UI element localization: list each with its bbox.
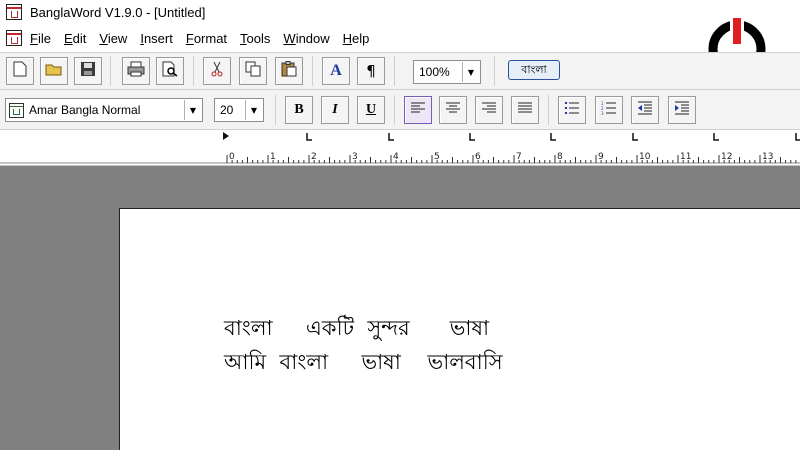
bullet-list-icon: [564, 101, 580, 119]
formatting-toolbar: Amar Bangla Normal ▼ 20 ▼ B I U 123: [0, 90, 800, 130]
align-right-icon: [481, 101, 497, 119]
ruler-tick-label: 9: [598, 152, 604, 162]
menu-edit[interactable]: Edit: [64, 31, 86, 46]
align-left-icon: [410, 101, 426, 119]
menu-window[interactable]: Window: [283, 31, 329, 46]
bangla-toggle-button[interactable]: বাংলা: [508, 60, 560, 80]
font-name-value: Amar Bangla Normal: [29, 103, 141, 117]
open-folder-icon: [45, 61, 63, 81]
standard-toolbar: A ¶ 100% ▼: [0, 52, 800, 90]
title-bar: BanglaWord V1.9.0 - [Untitled]: [0, 0, 800, 24]
tab-stop-icon[interactable]: [306, 133, 312, 141]
new-button[interactable]: [6, 57, 34, 85]
app-icon: [6, 4, 22, 20]
indent-marker-icon[interactable]: [223, 132, 229, 140]
underline-icon: U: [365, 102, 377, 117]
tab-stop-icon[interactable]: [632, 133, 638, 141]
menu-tools[interactable]: Tools: [240, 31, 270, 46]
paragraph-icon: ¶: [366, 62, 376, 80]
document-menu-icon[interactable]: [6, 30, 22, 46]
window-title: BanglaWord V1.9.0 - [Untitled]: [30, 4, 206, 20]
zoom-select[interactable]: 100% ▼: [413, 60, 481, 84]
ruler-tick-label: 7: [516, 152, 522, 162]
paste-button[interactable]: [275, 57, 303, 85]
font-name-select[interactable]: Amar Bangla Normal ▼: [5, 98, 203, 122]
ruler-tick-label: 0: [229, 152, 235, 162]
menu-file[interactable]: File: [30, 31, 51, 46]
ruler-tick-label: 10: [639, 152, 651, 162]
ruler-tick-label: 12: [721, 152, 732, 162]
ruler[interactable]: 0 1 2 3 4 5 6 7 8 9 10 11 12 13: [0, 130, 800, 166]
new-document-icon: [13, 61, 27, 81]
tab-stop-icon[interactable]: [795, 133, 800, 141]
ruler-tick-label: 4: [393, 152, 399, 162]
save-icon: [80, 61, 96, 81]
document-line-1[interactable]: বাংলা একটি সুন্দর ভাষা: [224, 312, 489, 347]
ruler-tick-label: 11: [680, 152, 691, 162]
decrease-indent-icon: [637, 101, 653, 119]
justify-icon: [517, 101, 533, 119]
tab-stop-icon[interactable]: [388, 133, 394, 141]
paste-icon: [281, 61, 297, 81]
font-size-select[interactable]: 20 ▼: [214, 98, 264, 122]
align-right-button[interactable]: [475, 96, 503, 124]
chevron-down-icon[interactable]: ▼: [184, 100, 201, 120]
tab-stop-icon[interactable]: [713, 133, 719, 141]
ruler-tick-label: 3: [352, 152, 358, 162]
print-preview-icon: [162, 61, 178, 81]
align-center-button[interactable]: [439, 96, 467, 124]
bold-icon: B: [294, 102, 304, 117]
copy-icon: [245, 61, 261, 81]
tab-stop-icon[interactable]: [469, 133, 475, 141]
svg-text:3: 3: [601, 111, 604, 115]
print-icon: [127, 61, 145, 81]
justify-button[interactable]: [511, 96, 539, 124]
print-preview-button[interactable]: [156, 57, 184, 85]
bangla-font-icon: [9, 102, 24, 118]
ruler-tick-label: 5: [434, 152, 440, 162]
open-button[interactable]: [40, 57, 68, 85]
save-button[interactable]: [74, 57, 102, 85]
font-button[interactable]: A: [322, 57, 350, 85]
bullet-list-button[interactable]: [558, 96, 586, 124]
ruler-tick-label: 6: [475, 152, 481, 162]
increase-indent-icon: [674, 101, 690, 119]
ruler-tick-label: 8: [557, 152, 563, 162]
menu-format[interactable]: Format: [186, 31, 227, 46]
font-size-value: 20: [220, 103, 234, 117]
italic-button[interactable]: I: [321, 96, 349, 124]
underline-button[interactable]: U: [357, 96, 385, 124]
menu-help[interactable]: Help: [343, 31, 370, 46]
paragraph-button[interactable]: ¶: [357, 57, 385, 85]
align-left-button[interactable]: [404, 96, 432, 124]
menu-bar: File Edit View Insert Format Tools Windo…: [0, 26, 800, 50]
document-line-2[interactable]: আমি বাংলা ভাষা ভালবাসি: [224, 346, 503, 381]
align-center-icon: [445, 101, 461, 119]
chevron-down-icon[interactable]: ▼: [245, 100, 262, 120]
italic-icon: I: [332, 102, 338, 117]
decrease-indent-button[interactable]: [631, 96, 659, 124]
numbered-list-button[interactable]: 123: [595, 96, 623, 124]
bold-button[interactable]: B: [285, 96, 313, 124]
increase-indent-button[interactable]: [668, 96, 696, 124]
menu-view[interactable]: View: [99, 31, 127, 46]
zoom-value: 100%: [419, 65, 450, 79]
cut-button[interactable]: [203, 57, 231, 85]
chevron-down-icon[interactable]: ▼: [462, 62, 479, 82]
numbered-list-icon: 123: [601, 101, 617, 119]
ruler-tick-label: 1: [270, 152, 276, 162]
ruler-tick-label: 2: [311, 152, 317, 162]
tab-stop-icon[interactable]: [550, 133, 556, 141]
font-icon: A: [330, 62, 342, 79]
print-button[interactable]: [122, 57, 150, 85]
ruler-tick-label: 13: [762, 152, 773, 162]
cut-icon: [210, 61, 224, 81]
copy-button[interactable]: [239, 57, 267, 85]
menu-insert[interactable]: Insert: [140, 31, 173, 46]
